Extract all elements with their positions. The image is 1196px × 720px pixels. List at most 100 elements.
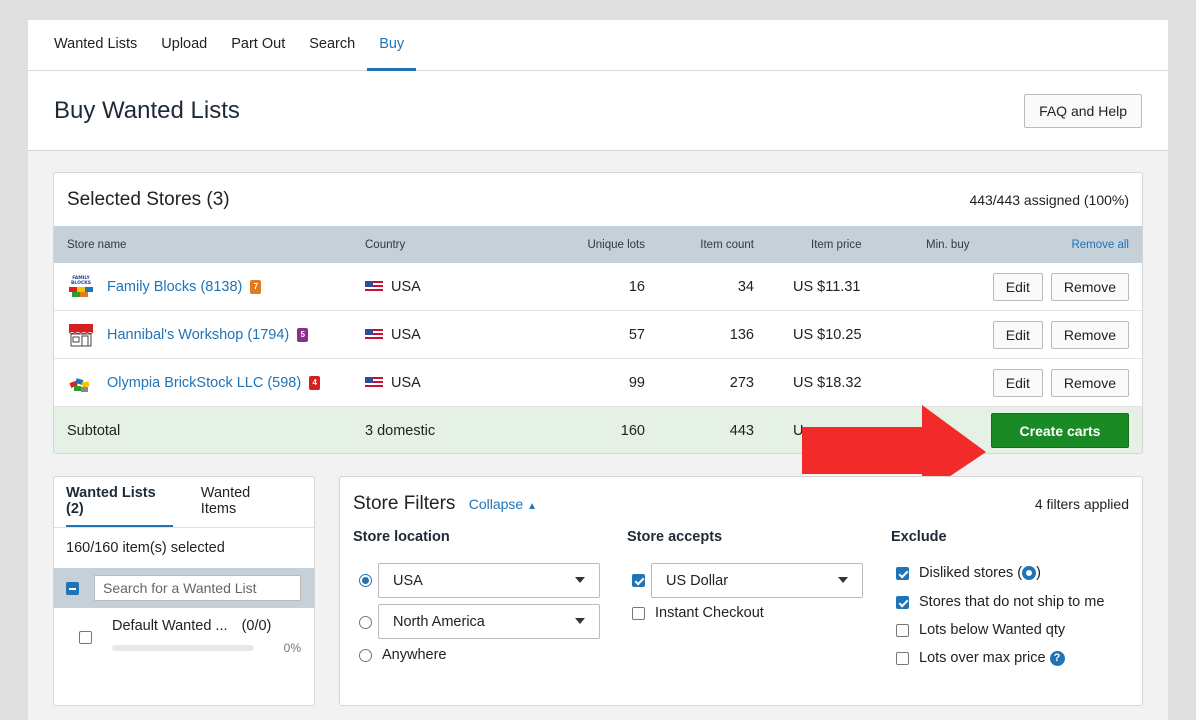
faq-help-button[interactable]: FAQ and Help	[1024, 93, 1142, 128]
store-country: USA	[391, 326, 421, 343]
us-flag-icon	[365, 328, 383, 341]
instant-checkout-checkbox[interactable]	[632, 606, 645, 620]
remove-button[interactable]: Remove	[1050, 272, 1129, 301]
brick-pile-icon	[67, 370, 95, 396]
store-name-link[interactable]: Olympia BrickStock LLC (598)	[107, 375, 301, 391]
tab-buy[interactable]: Buy	[367, 20, 417, 71]
page: Wanted Lists Upload Part Out Search Buy …	[28, 20, 1168, 720]
col-min-buy: Min. buy	[926, 238, 970, 251]
table-row: Hannibal's Workshop (1794) 5 USA 57 136 …	[54, 311, 1142, 359]
item-price: US $10.25	[793, 326, 862, 343]
item-price: US $18.32	[793, 374, 862, 391]
list-item-name: Default Wanted ...	[112, 618, 228, 634]
currency-value: US Dollar	[666, 572, 729, 589]
col-country: Country	[365, 238, 406, 251]
item-count: 136	[729, 326, 754, 343]
remove-all-link[interactable]: Remove all	[1071, 226, 1129, 263]
list-item-percent: 0%	[283, 641, 301, 655]
store-name-link[interactable]: Family Blocks (8138)	[107, 279, 242, 295]
storefront-icon	[67, 322, 95, 348]
no-ship-label: Stores that do not ship to me	[919, 594, 1105, 610]
feedback-badge-icon: 5	[297, 327, 309, 342]
no-ship-checkbox[interactable]	[896, 595, 909, 609]
unique-lots: 99	[628, 374, 645, 391]
col-store-name: Store name	[67, 238, 127, 251]
location-region-radio[interactable]	[359, 616, 372, 629]
subtotal-items: 443	[729, 422, 754, 439]
currency-select[interactable]: US Dollar	[651, 563, 863, 598]
table-row: FAMILY BLOCKS Family Blocks (8138) 7 USA…	[54, 263, 1142, 311]
assigned-count: 443/443 assigned (100%)	[969, 191, 1129, 208]
tab-upload[interactable]: Upload	[149, 20, 219, 71]
unique-lots: 16	[628, 278, 645, 295]
filters-applied-count: 4 filters applied	[1034, 496, 1129, 512]
exclude-heading: Exclude	[891, 529, 947, 545]
subtotal-country: 3 domestic	[365, 422, 436, 439]
store-logo-icon: FAMILY BLOCKS	[67, 274, 95, 300]
table-row: Olympia BrickStock LLC (598) 4 USA 99 27…	[54, 359, 1142, 407]
stores-table-header: Store name Country Unique lots Item coun…	[54, 226, 1142, 263]
below-qty-checkbox[interactable]	[896, 623, 909, 637]
location-anywhere-radio[interactable]	[359, 648, 372, 662]
page-title: Buy Wanted Lists	[54, 96, 240, 124]
list-item-progress	[112, 645, 254, 651]
disliked-stores-label: Disliked stores (	[919, 565, 1023, 581]
store-name-link[interactable]: Hannibal's Workshop (1794)	[107, 327, 289, 343]
col-item-price: Item price	[811, 238, 862, 251]
remove-button[interactable]: Remove	[1050, 368, 1129, 397]
store-accepts-heading: Store accepts	[627, 529, 723, 545]
tab-search[interactable]: Search	[297, 20, 367, 71]
remove-button[interactable]: Remove	[1050, 320, 1129, 349]
feedback-badge-icon: 4	[309, 375, 321, 390]
wanted-lists-panel: Wanted Lists (2) Wanted Items 160/160 it…	[53, 476, 315, 706]
tab-part-out[interactable]: Part Out	[219, 20, 297, 71]
edit-button[interactable]: Edit	[992, 272, 1043, 301]
currency-checkbox[interactable]	[632, 574, 645, 587]
location-usa-radio[interactable]	[359, 574, 372, 587]
store-filters-title: Store Filters	[353, 493, 456, 514]
subtotal-label: Subtotal	[67, 422, 121, 439]
svg-text:BLOCKS: BLOCKS	[71, 280, 91, 286]
us-flag-icon	[365, 376, 383, 389]
tab-wanted-lists-panel[interactable]: Wanted Lists (2)	[66, 477, 173, 527]
below-qty-label: Lots below Wanted qty	[919, 622, 1066, 638]
gear-icon[interactable]	[1022, 566, 1037, 580]
store-country: USA	[391, 374, 421, 391]
item-price: US $11.31	[793, 278, 861, 295]
collapse-link[interactable]: Collapse ▲	[469, 496, 537, 512]
location-anywhere-label: Anywhere	[382, 647, 447, 663]
caret-up-icon: ▲	[527, 501, 537, 512]
page-header: Buy Wanted Lists FAQ and Help	[28, 71, 1168, 151]
location-region-select[interactable]: North America	[378, 604, 600, 639]
over-price-checkbox[interactable]	[896, 651, 909, 665]
tab-wanted-lists[interactable]: Wanted Lists	[42, 20, 149, 71]
caret-down-icon	[838, 577, 848, 583]
col-unique-lots: Unique lots	[587, 238, 645, 251]
edit-button[interactable]: Edit	[992, 320, 1043, 349]
help-icon[interactable]: ?	[1049, 650, 1065, 666]
store-country: USA	[391, 278, 421, 295]
edit-button[interactable]: Edit	[992, 368, 1043, 397]
location-region-value: North America	[393, 613, 485, 630]
list-item-checkbox[interactable]	[79, 631, 92, 644]
over-price-label: Lots over max price	[919, 650, 1046, 666]
col-item-count: Item count	[700, 238, 754, 251]
disliked-stores-label-end: )	[1036, 565, 1041, 581]
store-location-heading: Store location	[353, 529, 450, 545]
location-usa-select[interactable]: USA	[378, 563, 600, 598]
us-flag-icon	[365, 280, 383, 293]
caret-down-icon	[575, 618, 585, 624]
location-usa-value: USA	[393, 572, 423, 589]
wanted-list-search-input[interactable]	[94, 575, 301, 601]
select-all-checkbox[interactable]	[66, 581, 79, 595]
list-item: Default Wanted ... (0/0) 0%	[54, 608, 314, 658]
instant-checkout-label: Instant Checkout	[655, 605, 764, 621]
create-carts-button[interactable]: Create carts	[991, 413, 1129, 448]
tab-wanted-items[interactable]: Wanted Items	[201, 477, 300, 527]
item-count: 34	[737, 278, 754, 295]
disliked-stores-checkbox[interactable]	[896, 566, 909, 580]
unique-lots: 57	[628, 326, 645, 343]
selected-stores-title: Selected Stores (3)	[67, 188, 230, 210]
caret-down-icon	[575, 577, 585, 583]
feedback-badge-icon: 7	[250, 279, 262, 294]
